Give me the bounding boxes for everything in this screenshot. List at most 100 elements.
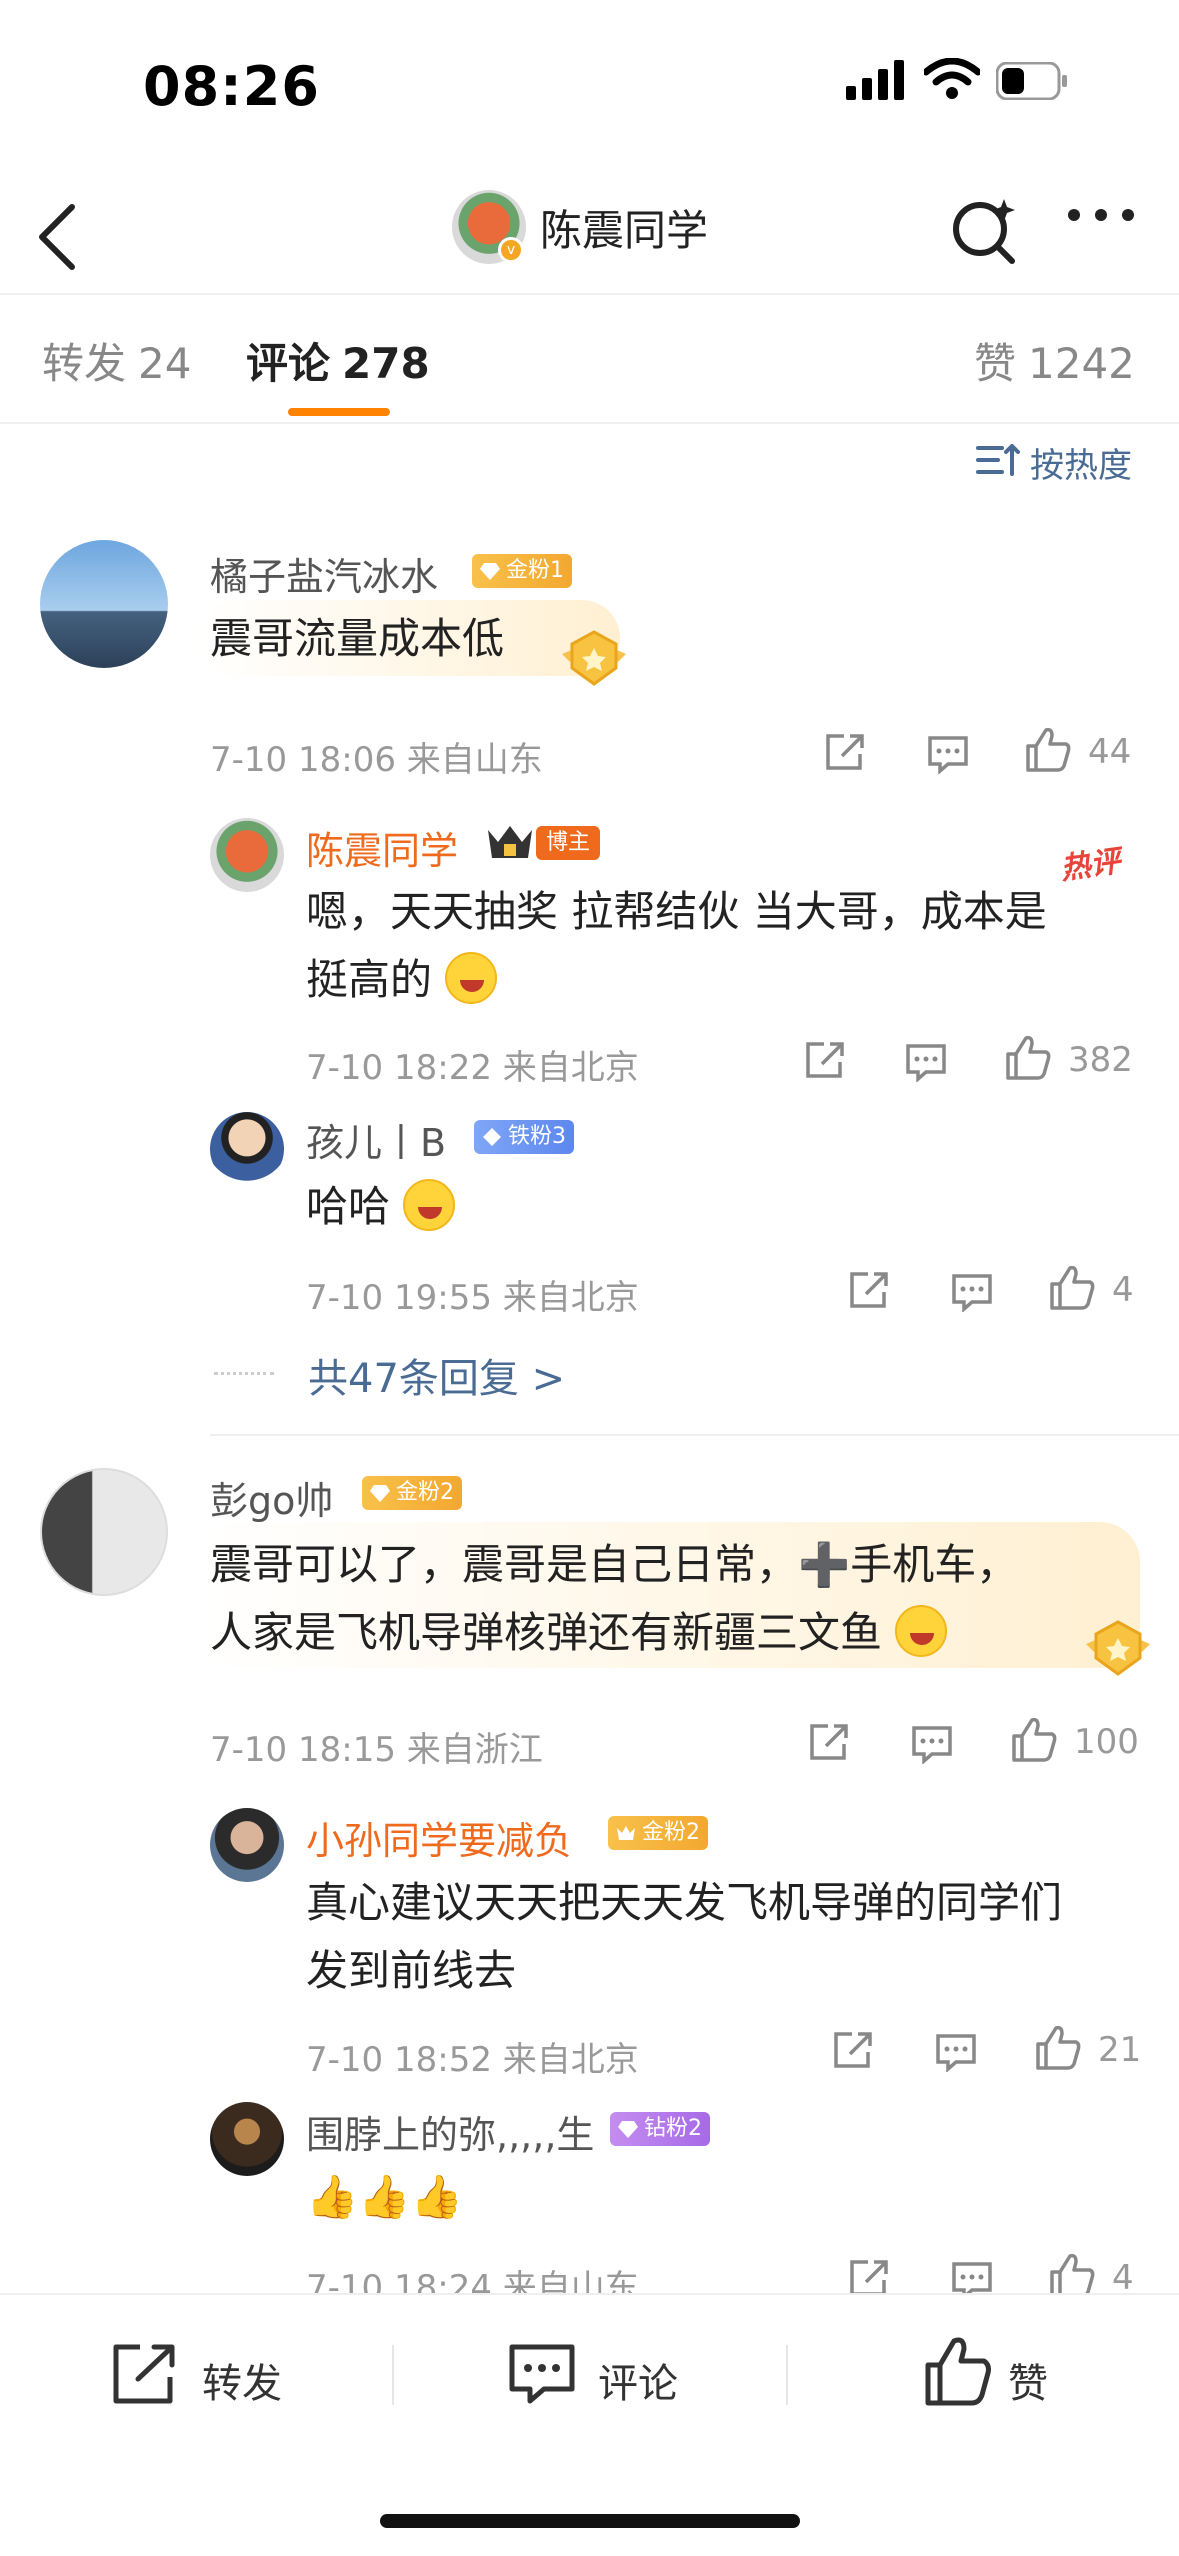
crown-icon bbox=[617, 1826, 635, 1840]
gem-icon bbox=[480, 563, 500, 580]
search-icon[interactable] bbox=[950, 193, 1020, 269]
share-icon[interactable] bbox=[848, 2258, 892, 2298]
more-replies-link[interactable]: 共47条回复 > bbox=[308, 1346, 565, 1404]
crown-icon bbox=[488, 826, 532, 858]
hot-comment-label: 热评 bbox=[1058, 843, 1123, 887]
comment-divider bbox=[210, 1434, 1179, 1436]
reply-text-content: 哈哈 bbox=[306, 1182, 391, 1231]
tab-likes-count: 1242 bbox=[1028, 339, 1135, 388]
status-bar: 08:26 bbox=[0, 0, 1179, 160]
like-button[interactable]: 赞 bbox=[922, 2295, 1122, 2455]
share-icon[interactable] bbox=[848, 1270, 892, 1310]
comment-meta: 7-10 18:06 来自山东 bbox=[210, 740, 543, 780]
share-icon[interactable] bbox=[804, 1040, 848, 1080]
reply-avatar[interactable] bbox=[210, 1112, 284, 1186]
gem-icon bbox=[370, 1485, 390, 1502]
comment-text-line2: 人家是飞机导弹核弹还有新疆三文鱼 bbox=[210, 1598, 948, 1668]
fan-badge: 铁粉3 bbox=[474, 1120, 574, 1154]
share-icon[interactable] bbox=[808, 1722, 852, 1762]
like-count: 4 bbox=[1112, 1270, 1134, 1310]
tab-repost-label: 转发 bbox=[42, 339, 127, 388]
fan-badge-label: 钻粉2 bbox=[644, 2116, 702, 2141]
reply-icon[interactable] bbox=[926, 734, 970, 774]
home-indicator bbox=[380, 2514, 800, 2528]
reply-meta: 7-10 18:52 来自北京 bbox=[306, 2040, 639, 2080]
author-name[interactable]: 陈震同学 bbox=[540, 197, 708, 258]
reply-author-name[interactable]: 陈震同学 bbox=[306, 820, 458, 875]
nav-bar: v 陈震同学 bbox=[0, 175, 1179, 295]
reply-avatar[interactable] bbox=[210, 2102, 284, 2176]
sort-icon bbox=[976, 444, 1020, 476]
like-count: 44 bbox=[1088, 732, 1132, 772]
comment-text: 震哥流量成本低 bbox=[210, 614, 505, 663]
gem-icon bbox=[618, 2121, 638, 2138]
commenter-name[interactable]: 彭go帅 bbox=[210, 1470, 333, 1525]
reply-text-line2: 发到前线去 bbox=[306, 1946, 517, 1995]
verified-icon: v bbox=[498, 237, 524, 263]
fan-badge-label: 金粉1 bbox=[506, 558, 564, 583]
repost-label: 转发 bbox=[202, 2361, 282, 2407]
commenter-avatar[interactable] bbox=[40, 1468, 168, 1596]
laugh-cry-emoji-icon bbox=[445, 952, 498, 1004]
battery-icon bbox=[996, 62, 1067, 100]
sort-label: 按热度 bbox=[1030, 446, 1132, 486]
nav-divider bbox=[0, 293, 1179, 295]
reply-avatar[interactable] bbox=[210, 1808, 284, 1882]
comment-text-line1: 震哥可以了，震哥是自己日常，➕手机车， bbox=[210, 1540, 1019, 1589]
like-icon[interactable] bbox=[1024, 726, 1072, 772]
share-icon[interactable] bbox=[824, 732, 868, 772]
reply-icon[interactable] bbox=[910, 1724, 954, 1764]
comment-label: 评论 bbox=[598, 2361, 678, 2407]
reply-text-line2-content: 挺高的 bbox=[306, 955, 433, 1004]
share-icon[interactable] bbox=[832, 2030, 876, 2070]
reply-author-name[interactable]: 围脖上的弥,,,,,生 bbox=[306, 2104, 594, 2159]
like-icon[interactable] bbox=[1004, 1034, 1052, 1080]
reply-text: 哈哈 bbox=[306, 1172, 456, 1242]
laugh-cry-emoji-icon bbox=[895, 1605, 948, 1657]
comment-meta: 7-10 18:15 来自浙江 bbox=[210, 1730, 543, 1770]
reply-meta: 7-10 18:22 来自北京 bbox=[306, 1048, 639, 1088]
fan-badge: 金粉2 bbox=[608, 1816, 708, 1850]
like-icon[interactable] bbox=[1010, 1716, 1058, 1762]
reply-icon[interactable] bbox=[904, 1042, 948, 1082]
tab-repost-count: 24 bbox=[138, 339, 192, 388]
repost-icon bbox=[113, 2344, 175, 2404]
like-icon bbox=[925, 2337, 991, 2406]
tab-bar: 转发 24 评论 278 赞 1242 bbox=[0, 300, 1179, 422]
tab-comments[interactable]: 评论 278 bbox=[246, 330, 430, 391]
more-icon[interactable] bbox=[1066, 205, 1136, 225]
commenter-avatar[interactable] bbox=[40, 540, 168, 668]
replies-dots bbox=[214, 1372, 274, 1375]
like-count: 100 bbox=[1074, 1722, 1139, 1762]
reply-icon[interactable] bbox=[934, 2032, 978, 2072]
laugh-cry-emoji-icon bbox=[403, 1179, 456, 1231]
tab-comments-count: 278 bbox=[342, 339, 430, 388]
comment-icon bbox=[509, 2344, 575, 2404]
tab-likes[interactable]: 赞 1242 bbox=[974, 330, 1135, 391]
wifi-icon bbox=[924, 58, 980, 99]
fan-badge: 金粉1 bbox=[472, 554, 572, 588]
repost-button[interactable]: 转发 bbox=[110, 2295, 390, 2455]
fan-badge-label: 铁粉3 bbox=[508, 1124, 566, 1149]
comment-button[interactable]: 评论 bbox=[506, 2295, 786, 2455]
medal-icon bbox=[562, 630, 626, 686]
fan-badge-label: 金粉2 bbox=[396, 1480, 454, 1505]
reply-text: 👍👍👍 bbox=[306, 2172, 463, 2221]
tab-comments-label: 评论 bbox=[246, 339, 331, 388]
separator bbox=[392, 2345, 394, 2405]
like-count: 21 bbox=[1098, 2030, 1142, 2070]
tab-divider bbox=[0, 422, 1179, 424]
gem-icon bbox=[483, 1128, 501, 1146]
back-arrow-icon[interactable] bbox=[30, 195, 90, 275]
reply-author-name[interactable]: 孩儿丨B bbox=[306, 1112, 446, 1167]
cellular-signal-icon bbox=[846, 60, 904, 100]
reply-avatar[interactable] bbox=[210, 818, 284, 892]
reply-icon[interactable] bbox=[950, 1272, 994, 1312]
commenter-name[interactable]: 橘子盐汽冰水 bbox=[210, 546, 438, 601]
like-icon[interactable] bbox=[1034, 2024, 1082, 2070]
reply-author-name[interactable]: 小孙同学要减负 bbox=[306, 1810, 572, 1865]
tab-repost[interactable]: 转发 24 bbox=[42, 330, 191, 391]
reply-meta: 7-10 19:55 来自北京 bbox=[306, 1278, 639, 1318]
like-icon[interactable] bbox=[1048, 1264, 1096, 1310]
like-icon[interactable] bbox=[1048, 2252, 1096, 2298]
